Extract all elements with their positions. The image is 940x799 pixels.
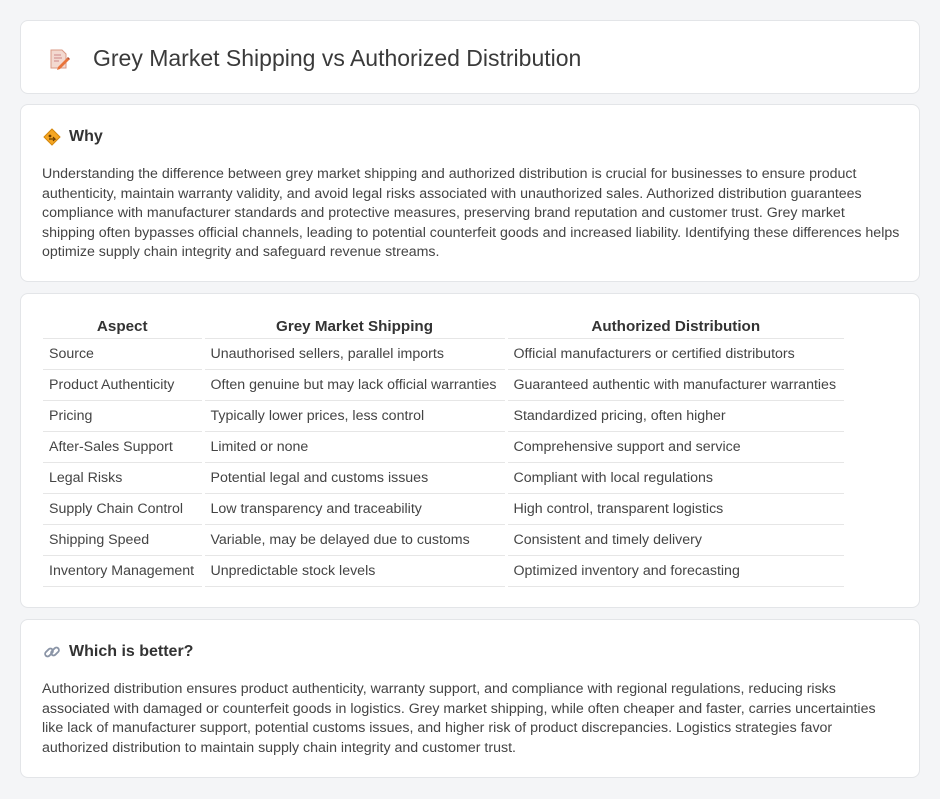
table-cell: Unpredictable stock levels: [201, 555, 506, 587]
page-title: Grey Market Shipping vs Authorized Distr…: [93, 45, 582, 71]
table-cell: Source: [43, 338, 203, 370]
better-heading-label: Which is better?: [69, 643, 194, 660]
table-cell: Low transparency and traceability: [201, 493, 506, 525]
table-cell: Potential legal and customs issues: [201, 462, 506, 494]
table-cell: High control, transparent logistics: [504, 493, 844, 525]
table-cell: Typically lower prices, less control: [201, 400, 506, 432]
table-cell: Guaranteed authentic with manufacturer w…: [504, 369, 844, 401]
document-pencil-icon: [50, 49, 70, 70]
table-cell: Inventory Management: [43, 555, 203, 587]
why-text: Understanding the difference between gre…: [42, 166, 900, 261]
table-row: Supply Chain Control Low transparency an…: [43, 493, 844, 525]
table-cell: After-Sales Support: [43, 431, 203, 463]
why-heading-label: Why: [69, 128, 103, 145]
table-cell: Comprehensive support and service: [504, 431, 844, 463]
table-cell: Official manufacturers or certified dist…: [504, 338, 844, 370]
table-cell: Pricing: [43, 400, 203, 432]
table-cell: Product Authenticity: [43, 369, 203, 401]
table-row: Inventory Management Unpredictable stock…: [43, 555, 844, 587]
column-header-grey-market: Grey Market Shipping: [201, 316, 506, 339]
table-row: Shipping Speed Variable, may be delayed …: [43, 524, 844, 556]
header-card: Grey Market Shipping vs Authorized Distr…: [20, 20, 920, 94]
table-cell: Unauthorised sellers, parallel imports: [201, 338, 506, 370]
table-header-row: Aspect Grey Market Shipping Authorized D…: [43, 316, 844, 339]
table-cell: Consistent and timely delivery: [504, 524, 844, 556]
table-row: Legal Risks Potential legal and customs …: [43, 462, 844, 494]
why-heading: Why: [43, 127, 103, 147]
table-cell: Variable, may be delayed due to customs: [201, 524, 506, 556]
which-is-better-section: Which is better? Authorized distribution…: [20, 619, 920, 778]
table-row: After-Sales Support Limited or none Comp…: [43, 431, 844, 463]
table-cell: Legal Risks: [43, 462, 203, 494]
table-row: Product Authenticity Often genuine but m…: [43, 369, 844, 401]
table-cell: Optimized inventory and forecasting: [504, 555, 844, 587]
table-cell: Shipping Speed: [43, 524, 203, 556]
diamond-sign-icon: [43, 128, 61, 146]
comparison-section: Aspect Grey Market Shipping Authorized D…: [20, 293, 920, 608]
better-text: Authorized distribution ensures product …: [42, 681, 876, 756]
comparison-table: Aspect Grey Market Shipping Authorized D…: [43, 316, 844, 587]
table-cell: Standardized pricing, often higher: [504, 400, 844, 432]
better-heading: Which is better?: [43, 642, 193, 662]
column-header-aspect: Aspect: [43, 316, 203, 339]
table-row: Source Unauthorised sellers, parallel im…: [43, 338, 844, 370]
table-row: Pricing Typically lower prices, less con…: [43, 400, 844, 432]
table-cell: Supply Chain Control: [43, 493, 203, 525]
link-icon: [44, 646, 60, 658]
table-cell: Compliant with local regulations: [504, 462, 844, 494]
table-cell: Often genuine but may lack official warr…: [201, 369, 506, 401]
why-section: Why Understanding the difference between…: [20, 104, 920, 282]
column-header-authorized: Authorized Distribution: [504, 316, 844, 339]
table-cell: Limited or none: [201, 431, 506, 463]
